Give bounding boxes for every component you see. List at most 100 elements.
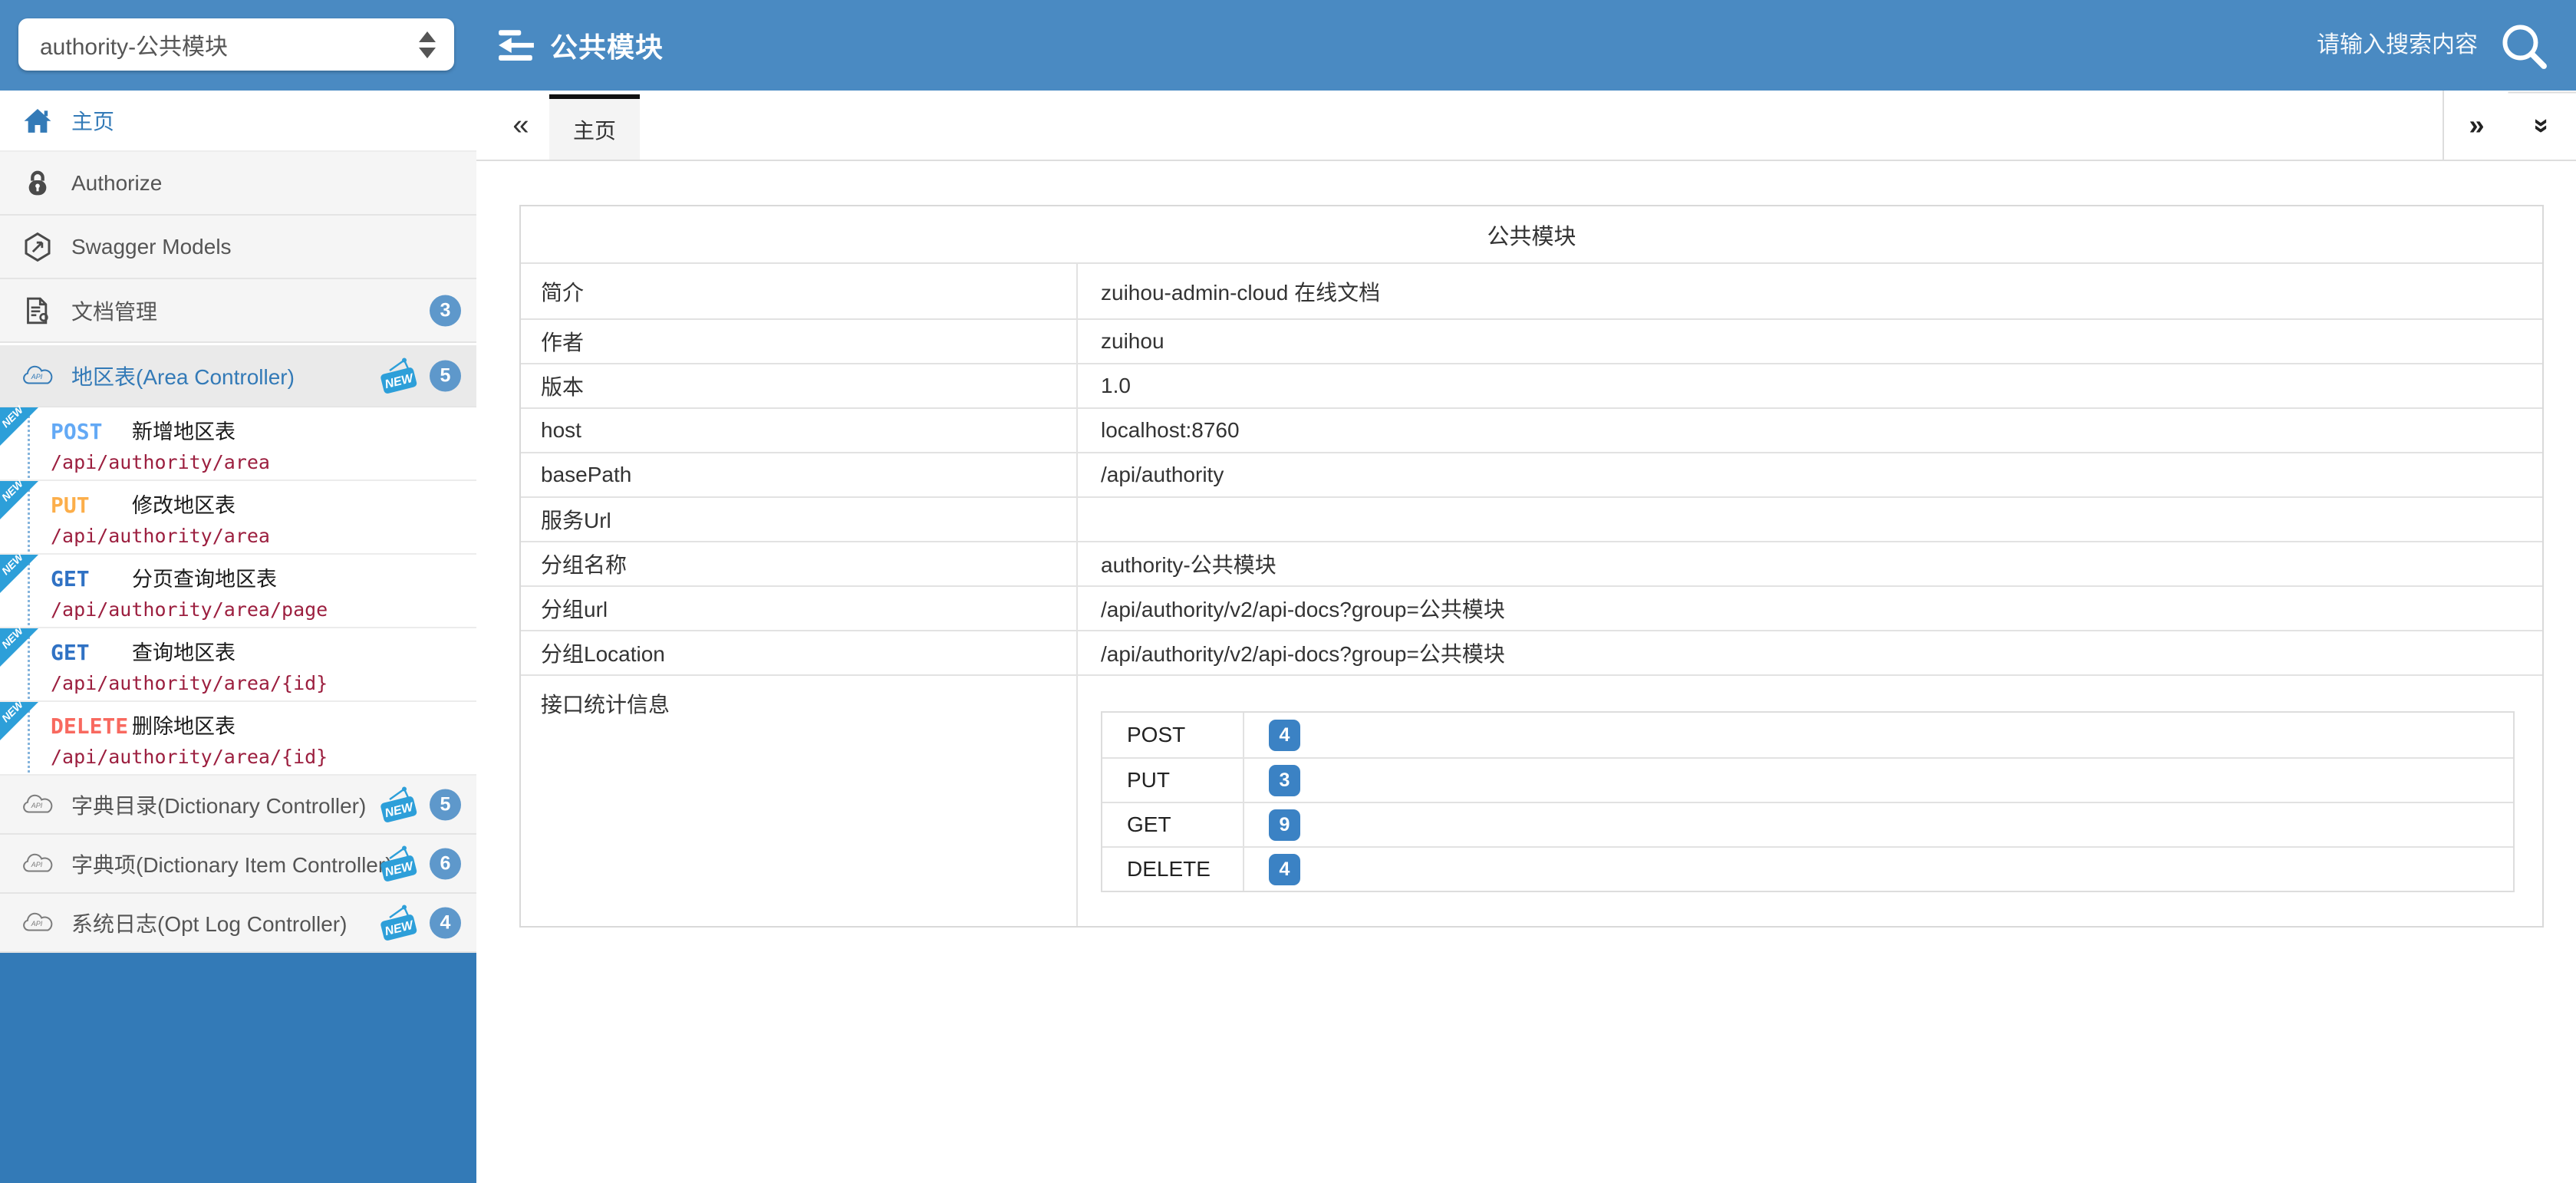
table-row: host localhost:8760: [521, 407, 2542, 452]
stat-count-badge: 4: [1269, 854, 1300, 885]
endpoint-get-page-area[interactable]: NEW GET 分页查询地区表 /api/authority/area/page: [0, 555, 476, 628]
table-row: 分组url /api/authority/v2/api-docs?group=公…: [521, 585, 2542, 630]
row-value: [1078, 498, 2542, 541]
cloud-api-icon: API: [21, 908, 54, 938]
sidebar-item-swagger-models[interactable]: Swagger Models: [0, 216, 476, 279]
stat-row-put: PUT 3: [1102, 757, 2513, 802]
endpoint-path: /api/authority/area: [51, 451, 476, 473]
cloud-api-icon: API: [21, 789, 54, 820]
sidebar: 主页 Authorize Swagger Models: [0, 91, 476, 1183]
sidebar-filler: [0, 953, 476, 1183]
sidebar-controller-area[interactable]: API 地区表(Area Controller) NEW 5: [0, 343, 476, 407]
document-gear-icon: [21, 295, 54, 326]
new-tag-icon: NEW: [377, 786, 421, 824]
row-label: 简介: [521, 264, 1078, 318]
sidebar-item-label: 主页: [71, 105, 114, 136]
row-value: zuihou: [1078, 320, 2542, 363]
sidebar-controller-dictionary[interactable]: API 字典目录(Dictionary Controller) NEW 5: [0, 776, 476, 835]
count-badge: 4: [430, 907, 461, 938]
tab-bar: « 主页 » »: [476, 91, 2576, 161]
sidebar-controller-opt-log[interactable]: API 系统日志(Opt Log Controller) NEW 4: [0, 894, 476, 953]
new-ribbon-icon: NEW: [0, 407, 38, 446]
new-ribbon-icon: NEW: [0, 628, 38, 667]
stat-count-badge: 4: [1269, 720, 1300, 751]
app-title: 公共模块: [550, 25, 664, 65]
svg-text:API: API: [31, 373, 43, 381]
swagger-doc-page: authority-公共模块 公共模块: [0, 0, 2576, 1183]
group-select[interactable]: authority-公共模块: [18, 18, 454, 71]
stat-method: DELETE: [1102, 848, 1244, 891]
app-header: authority-公共模块 公共模块: [0, 0, 2576, 91]
table-title: 公共模块: [521, 206, 2542, 262]
endpoint-post-add-area[interactable]: NEW POST 新增地区表 /api/authority/area: [0, 407, 476, 481]
row-label: 作者: [521, 320, 1078, 363]
collapse-down-icon[interactable]: »: [2508, 92, 2576, 159]
table-row: 简介 zuihou-admin-cloud 在线文档: [521, 262, 2542, 318]
svg-text:API: API: [31, 802, 43, 809]
hexagon-icon: [21, 232, 54, 262]
count-badge: 6: [430, 848, 461, 879]
count-badge: 3: [430, 295, 461, 326]
endpoint-title: 查询地区表: [132, 636, 236, 666]
row-value: authority-公共模块: [1078, 542, 2542, 585]
stat-row-get: GET 9: [1102, 802, 2513, 846]
new-tag-icon: NEW: [377, 357, 421, 395]
endpoint-put-update-area[interactable]: NEW PUT 修改地区表 /api/authority/area: [0, 481, 476, 555]
endpoint-path: /api/authority/area/{id}: [51, 672, 476, 694]
controller-label: 地区表(Area Controller): [71, 361, 295, 391]
home-icon: [21, 107, 54, 134]
new-ribbon-icon: NEW: [0, 702, 38, 740]
table-row: 版本 1.0: [521, 363, 2542, 407]
table-row: 服务Url: [521, 496, 2542, 541]
controller-label: 字典目录(Dictionary Controller): [71, 789, 366, 820]
new-tag-icon: NEW: [377, 904, 421, 942]
row-value: /api/authority: [1078, 453, 2542, 496]
method-label: POST: [51, 419, 132, 444]
row-value: /api/authority/v2/api-docs?group=公共模块: [1078, 587, 2542, 630]
endpoint-title: 分页查询地区表: [132, 562, 277, 592]
row-value: /api/authority/v2/api-docs?group=公共模块: [1078, 631, 2542, 674]
stat-count-badge: 3: [1269, 765, 1300, 796]
table-row: 分组Location /api/authority/v2/api-docs?gr…: [521, 630, 2542, 674]
sidebar-item-home[interactable]: 主页: [0, 91, 476, 152]
search-icon[interactable]: [2498, 20, 2548, 71]
select-spinner-icon: [419, 31, 436, 58]
sidebar-item-label: Authorize: [71, 171, 162, 196]
table-row: 分组名称 authority-公共模块: [521, 541, 2542, 585]
endpoint-path: /api/authority/area/page: [51, 598, 476, 621]
endpoint-title: 删除地区表: [132, 710, 236, 740]
stat-row-post: POST 4: [1102, 713, 2513, 757]
api-stats-row: 接口统计信息 POST 4 PUT 3 GET 9: [521, 674, 2542, 926]
stat-method: PUT: [1102, 759, 1244, 802]
tab-home[interactable]: 主页: [549, 94, 640, 160]
stat-count-badge: 9: [1269, 809, 1300, 841]
padlock-icon: [21, 168, 54, 199]
row-value: zuihou-admin-cloud 在线文档: [1078, 264, 2542, 318]
sidebar-item-authorize[interactable]: Authorize: [0, 152, 476, 216]
stat-row-delete: DELETE 4: [1102, 846, 2513, 891]
collapse-left-icon[interactable]: «: [498, 91, 544, 160]
expand-right-icon[interactable]: »: [2443, 91, 2509, 160]
main-content: « 主页 » » 公共模块 简介 zuihou-admin-cloud 在线文档…: [476, 91, 2576, 1183]
count-badge: 5: [430, 361, 461, 392]
row-label: basePath: [521, 453, 1078, 496]
sidebar-item-label: 文档管理: [71, 295, 157, 326]
method-label: PUT: [51, 493, 132, 518]
count-badge: 5: [430, 789, 461, 820]
method-label: GET: [51, 566, 132, 592]
endpoint-list: NEW POST 新增地区表 /api/authority/area NEW P…: [0, 407, 476, 776]
search-input[interactable]: [2156, 32, 2478, 58]
row-value: localhost:8760: [1078, 409, 2542, 452]
cloud-api-icon: API: [21, 849, 54, 879]
endpoint-get-area-by-id[interactable]: NEW GET 查询地区表 /api/authority/area/{id}: [0, 628, 476, 702]
table-row: basePath /api/authority: [521, 452, 2542, 496]
sidebar-item-doc-manage[interactable]: 文档管理 3: [0, 279, 476, 343]
sidebar-controller-dictionary-item[interactable]: API 字典项(Dictionary Item Controller) NEW …: [0, 835, 476, 894]
endpoint-delete-area[interactable]: NEW DELETE 删除地区表 /api/authority/area/{id…: [0, 702, 476, 776]
endpoint-path: /api/authority/area: [51, 525, 476, 547]
sidebar-item-label: Swagger Models: [71, 235, 232, 259]
row-label: host: [521, 409, 1078, 452]
method-label: DELETE: [51, 713, 132, 739]
new-ribbon-icon: NEW: [0, 555, 38, 593]
cloud-api-icon: API: [21, 361, 54, 391]
